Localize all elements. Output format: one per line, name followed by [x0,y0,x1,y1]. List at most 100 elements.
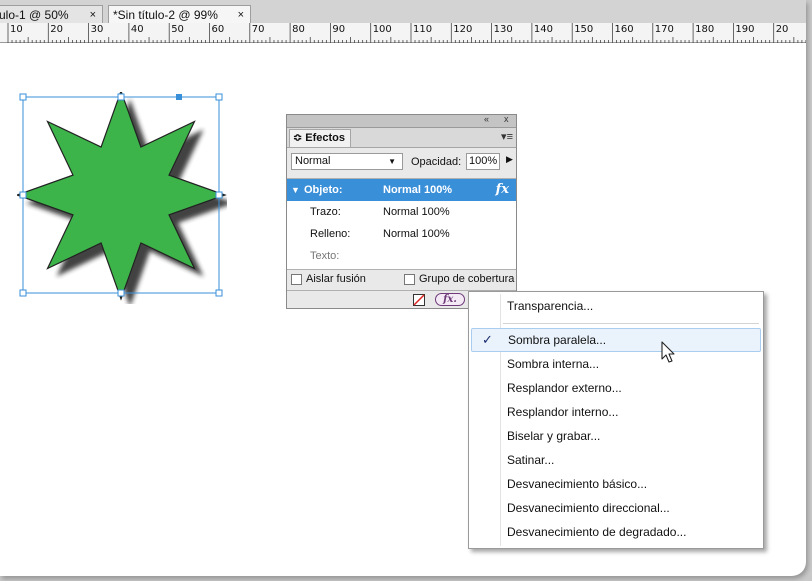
star-graphic [15,89,234,307]
row-value: Normal 100% [383,228,450,240]
resize-handle[interactable] [215,191,223,199]
menu-item[interactable]: Satinar... [469,448,763,472]
list-item-relleno[interactable]: Relleno: Normal 100% [287,223,516,245]
reference-point-handle[interactable] [176,94,182,100]
tab-efectos[interactable]: ≎ Efectos [289,129,351,147]
resize-handle[interactable] [117,93,125,101]
ruler-label: 160 [614,24,634,35]
ruler-label: 150 [574,24,594,35]
blend-controls: Normal ▼ Opacidad: 100% ▶ [287,148,516,174]
menu-item-label: Resplandor externo... [507,381,622,395]
ruler-label: 140 [533,24,553,35]
menu-item-label: Biselar y grabar... [507,429,601,443]
menu-item-label: Sombra interna... [507,357,600,371]
resize-handle[interactable] [19,289,27,297]
tab-label: ulo-1 @ 50% [0,8,69,22]
ruler-label: 100 [372,24,392,35]
menu-item-label: Transparencia... [507,299,594,313]
row-name: Trazo: [310,206,341,218]
effects-panel: « x ≎ Efectos ▾≡ Normal ▼ Opacidad: 100%… [286,114,517,309]
resize-handle[interactable] [215,289,223,297]
document-window: ulo-1 @ 50% × *Sin título-2 @ 99% × 10 20… [0,0,806,576]
ruler-label: 120 [453,24,473,35]
menu-item[interactable]: Sombra interna... [469,352,763,376]
blend-mode-select[interactable]: Normal ▼ [291,153,403,170]
resize-handle[interactable] [117,289,125,297]
menu-item[interactable]: Transparencia... [469,294,763,318]
ruler-label: 40 [130,24,144,35]
ruler-ticks [7,23,806,43]
row-name: Relleno: [310,228,351,240]
opacity-input[interactable]: 100% [466,153,500,170]
knockout-group-label: Grupo de cobertura [419,273,515,285]
tab-label: *Sin título-2 @ 99% [113,8,218,22]
ruler-label: 190 [735,24,755,35]
close-icon[interactable]: × [238,6,244,24]
chevron-down-icon: ▼ [388,157,396,166]
menu-item-label: Satinar... [507,453,555,467]
ruler-label: 10 [10,24,23,35]
menu-separator [503,323,759,324]
ruler-label: 20 [50,24,64,35]
menu-item[interactable]: Resplandor externo... [469,376,763,400]
fx-dropdown-menu: Transparencia... ✓ Sombra paralela... Sombr… [468,291,764,549]
resize-handle[interactable] [19,191,27,199]
ruler-label: 20 [775,24,789,35]
panel-tab-icon: ≎ [293,132,303,144]
panel-title-bar[interactable]: « x [287,114,516,128]
menu-item[interactable]: Desvanecimiento de degradado... [469,520,763,544]
checkmark-icon: ✓ [482,332,493,347]
row-value: Normal 100% [383,184,453,196]
isolate-blending-checkbox[interactable] [291,274,302,285]
menu-item[interactable]: Resplandor interno... [469,400,763,424]
resize-handle[interactable] [215,93,223,101]
list-item-trazo[interactable]: Trazo: Normal 100% [287,201,516,223]
horizontal-ruler[interactable]: 10 20 30 40 50 60 70 80 90 100 110 120 130 140 150 160 1… [0,23,806,43]
resize-handle[interactable] [19,93,27,101]
ruler-label: 90 [332,24,346,35]
document-tab-bar: ulo-1 @ 50% × *Sin título-2 @ 99% × [0,0,806,23]
row-name: Texto: [310,250,340,262]
panel-tab-row: ≎ Efectos ▾≡ [287,128,516,148]
add-effect-button[interactable]: fx. [435,293,465,306]
ruler-label: 50 [171,24,184,35]
close-icon[interactable]: × [90,6,96,24]
blend-mode-value: Normal [295,155,331,167]
star-object[interactable] [15,89,234,307]
mouse-pointer-icon [661,341,675,363]
menu-item-label: Sombra paralela... [508,333,607,347]
panel-tab-label: Efectos [305,132,346,144]
knockout-group-checkbox[interactable] [404,274,415,285]
row-name: Objeto: [304,184,343,196]
ruler-label: 70 [251,24,265,35]
disclosure-triangle-icon[interactable]: ▼ [291,179,300,201]
tab-document-1[interactable]: ulo-1 @ 50% × [0,5,103,23]
ruler-label: 80 [292,24,305,35]
menu-item[interactable]: Desvanecimiento básico... [469,472,763,496]
list-item-objeto[interactable]: ▼ Objeto: Normal 100% fx [287,179,516,201]
options-row: Aislar fusión Grupo de cobertura [287,269,516,290]
ruler-label: 30 [90,24,104,35]
menu-item-label: Resplandor interno... [507,405,619,419]
fx-icon: fx [495,182,509,197]
effect-target-list: ▼ Objeto: Normal 100% fx Trazo: Normal 1… [287,178,516,269]
close-icon[interactable]: x [504,114,509,124]
list-item-texto[interactable]: Texto: [287,245,516,267]
collapse-icon[interactable]: « [484,114,489,124]
menu-item-label: Desvanecimiento básico... [507,477,648,491]
star-shape [15,89,227,301]
menu-item[interactable]: ✓ Sombra paralela... [471,328,761,352]
menu-item[interactable]: Desvanecimiento direccional... [469,496,763,520]
tab-document-2[interactable]: *Sin título-2 @ 99% × [108,5,251,23]
isolate-blending-label: Aislar fusión [306,273,366,285]
opacity-slider-arrow-icon[interactable]: ▶ [506,154,513,165]
clear-effects-icon[interactable] [413,294,425,306]
ruler-label: 60 [211,24,225,35]
opacity-label: Opacidad: [411,156,462,168]
row-value: Normal 100% [383,206,450,218]
ruler-label: 130 [493,24,513,35]
menu-item-label: Desvanecimiento de degradado... [507,525,687,539]
ruler-label: 110 [413,24,433,35]
panel-menu-icon[interactable]: ▾≡ [501,130,513,143]
menu-item[interactable]: Biselar y grabar... [469,424,763,448]
